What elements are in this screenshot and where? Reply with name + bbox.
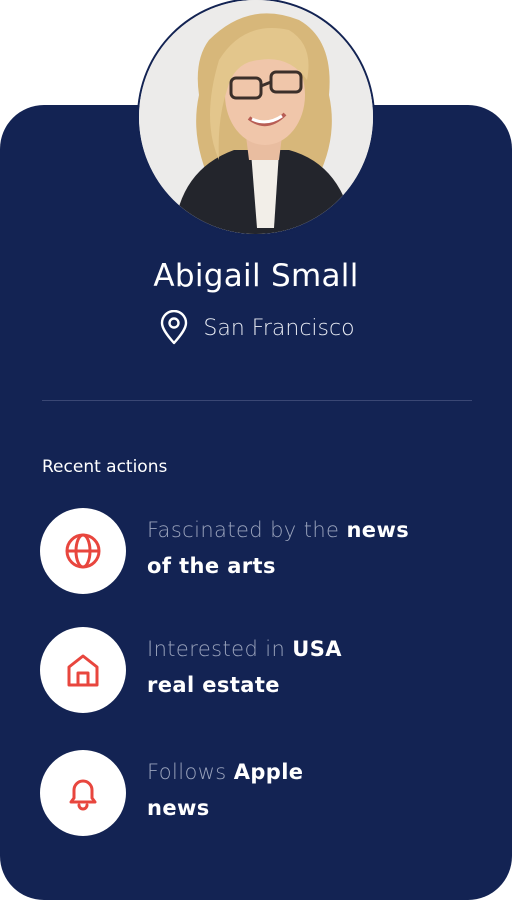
recent-action-text: Follows Apple news bbox=[147, 754, 467, 826]
recent-action-item[interactable]: Fascinated by the news of the arts bbox=[40, 508, 480, 594]
profile-name: Abigail Small bbox=[153, 258, 359, 294]
divider bbox=[42, 400, 472, 401]
location-label: San Francisco bbox=[203, 315, 355, 341]
recent-action-item[interactable]: Interested in USA real estate bbox=[40, 627, 480, 713]
avatar[interactable] bbox=[139, 0, 373, 234]
recent-action-item[interactable]: Follows Apple news bbox=[40, 750, 480, 836]
action-text-bold: Apple bbox=[233, 760, 304, 784]
action-text-bold: news bbox=[346, 518, 410, 542]
home-icon bbox=[40, 627, 126, 713]
action-text-bold: real estate bbox=[147, 673, 280, 697]
action-text-bold: USA bbox=[292, 637, 342, 661]
globe-icon bbox=[40, 508, 126, 594]
action-text-light: Fascinated by the bbox=[147, 518, 347, 542]
action-text-light: Follows bbox=[147, 760, 234, 784]
recent-action-text: Interested in USA real estate bbox=[147, 631, 467, 703]
recent-actions-title: Recent actions bbox=[42, 457, 168, 477]
profile-location: San Francisco bbox=[0, 309, 512, 346]
bell-icon bbox=[40, 750, 126, 836]
action-text-light: Interested in bbox=[147, 637, 293, 661]
action-text-bold: news bbox=[147, 796, 210, 820]
location-pin-icon bbox=[157, 309, 191, 346]
action-text-bold: of the arts bbox=[147, 554, 276, 578]
recent-action-text: Fascinated by the news of the arts bbox=[147, 512, 467, 584]
